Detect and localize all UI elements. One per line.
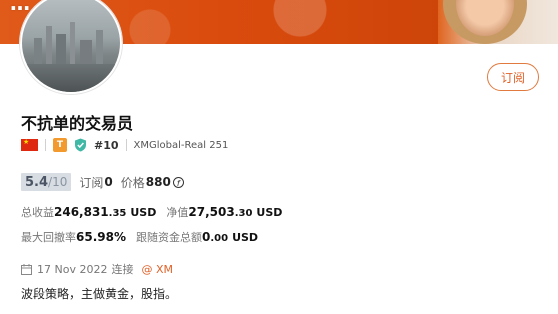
trader-name: 不抗单的交易员 <box>21 114 134 133</box>
divider <box>45 139 46 151</box>
subscribers-value: 0 <box>104 175 113 189</box>
total-profit-unit: USD <box>130 206 157 219</box>
score-value: 5.4 <box>25 175 49 190</box>
divider <box>125 139 127 151</box>
follow-funds-unit: USD <box>232 231 259 244</box>
calendar-icon <box>21 263 32 275</box>
rank-number: #10 <box>94 138 119 152</box>
follow-funds-label: 跟随资金总额 <box>135 231 202 244</box>
broker-name: XM <box>155 262 173 276</box>
score-badge: 5.4 / 10 <box>21 173 72 191</box>
follow-funds-int: 0 <box>201 230 211 244</box>
shield-check-icon <box>75 138 86 152</box>
subscribers-label: 订阅 <box>79 175 104 190</box>
avatar-city-skyline <box>22 20 120 66</box>
total-profit-int: 246,831 <box>54 205 109 219</box>
equity-dec: .30 <box>234 208 253 219</box>
china-flag-icon: ★ <box>21 139 38 151</box>
connection-label: 连接 <box>111 263 134 276</box>
price-value: 880 <box>145 175 171 189</box>
broker-prefix: @ <box>141 262 153 276</box>
equity-int: 27,503 <box>188 205 235 219</box>
avatar[interactable] <box>20 0 122 94</box>
strategy-description: 波段策略，主做黄金，股指。 <box>21 287 178 301</box>
server-name: XMGlobal-Real 251 <box>133 139 229 151</box>
total-profit-dec: .35 <box>108 208 127 219</box>
badges-row: ★ T #10 XMGlobal-Real 251 <box>21 138 228 152</box>
coin-icon: f <box>172 176 184 188</box>
level-badge-icon: T <box>53 138 67 152</box>
banner-photo <box>438 0 558 44</box>
broker-link[interactable]: @ XM <box>141 263 173 276</box>
equity-unit: USD <box>256 206 283 219</box>
max-drawdown-label: 最大回撤率 <box>21 231 76 244</box>
total-profit-label: 总收益 <box>21 206 54 219</box>
trader-profile-card: … 订阅 不抗单的交易员 ★ T #10 XMGlobal-Real 251 5… <box>0 0 558 314</box>
price-label: 价格 <box>120 175 145 190</box>
max-drawdown-value: 65.98% <box>76 230 126 244</box>
follow-funds-dec: .00 <box>210 233 229 244</box>
equity-label: 净值 <box>166 206 189 219</box>
score-max: 10 <box>52 175 68 189</box>
subscribe-button[interactable]: 订阅 <box>487 63 539 91</box>
metrics-row-1: 总收益 246,831 .35 USD 净值 27,503 .30 USD <box>21 204 282 220</box>
avatar-river <box>22 64 120 92</box>
connection-row: 17 Nov 2022 连接 @ XM <box>21 262 173 276</box>
score-row: 5.4 / 10 订阅 0 价格 880 f <box>21 172 184 192</box>
connection-date: 17 Nov 2022 <box>37 262 108 276</box>
metrics-row-2: 最大回撤率 65.98% 跟随资金总额 0 .00 USD <box>21 229 258 245</box>
